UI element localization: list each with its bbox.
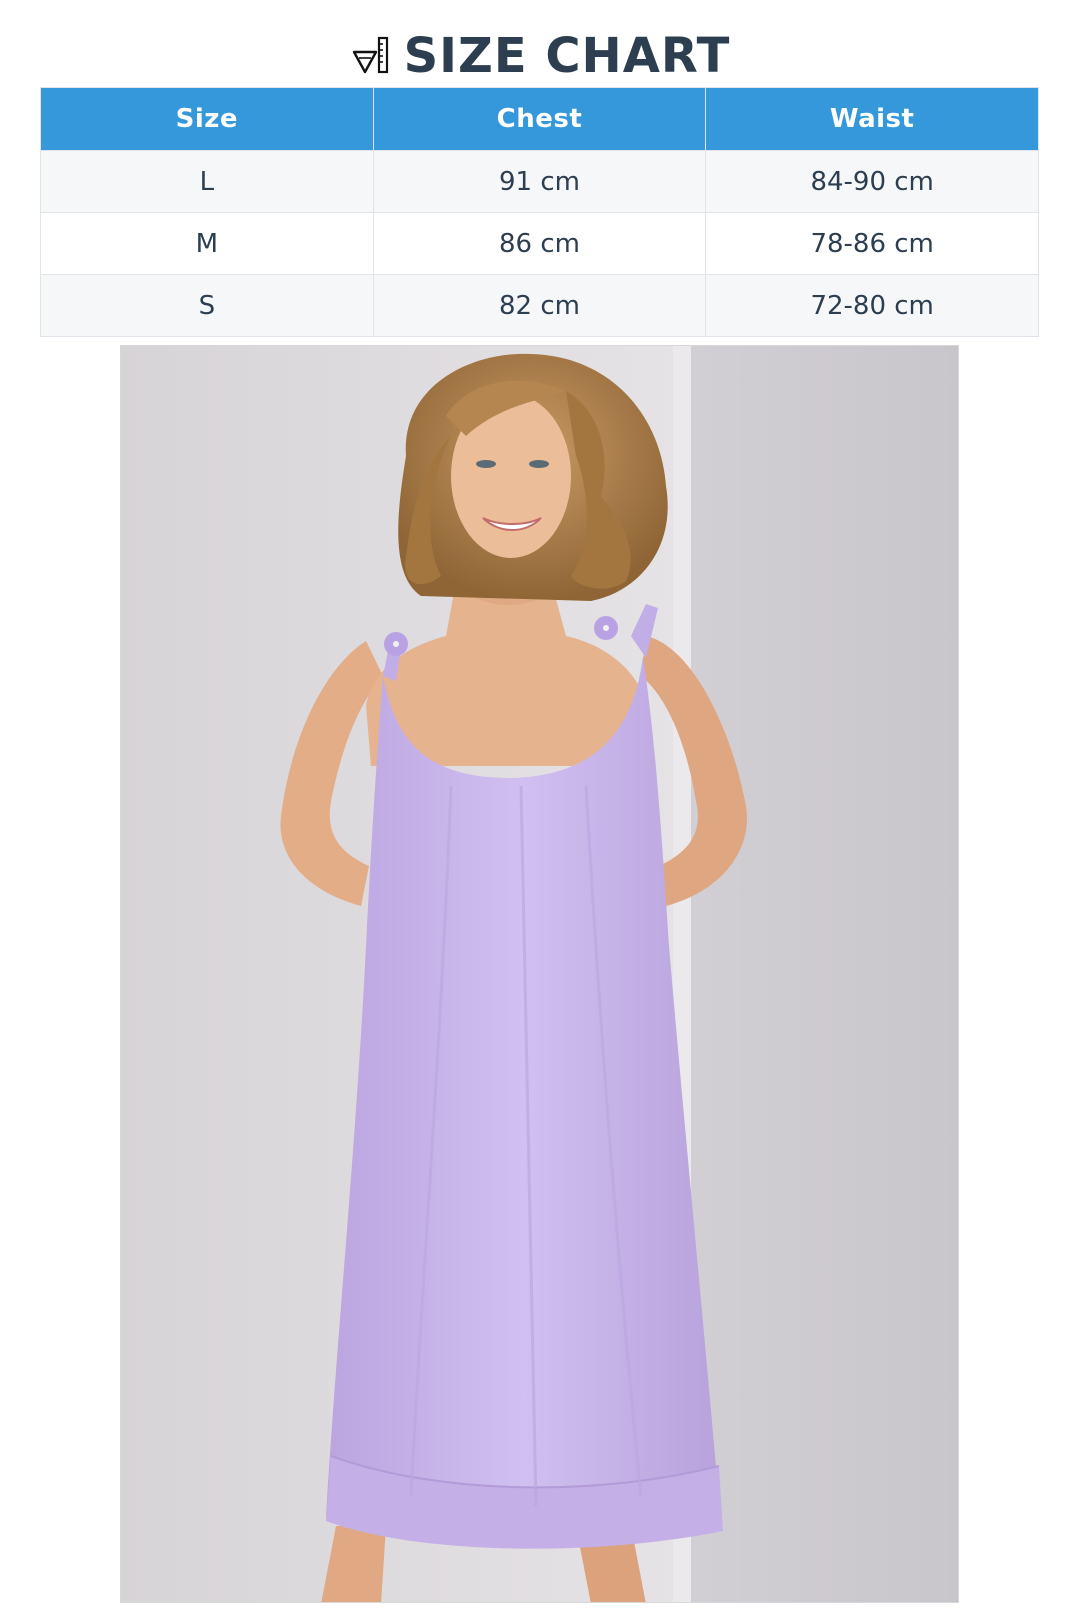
product-photo (120, 345, 959, 1603)
cell-size: S (40, 274, 374, 337)
cell-chest: 91 cm (372, 150, 707, 213)
column-header-waist: Waist (705, 87, 1039, 151)
column-header-chest: Chest (372, 87, 707, 151)
cell-waist: 72-80 cm (705, 274, 1039, 337)
cell-waist: 84-90 cm (705, 150, 1039, 213)
cell-size: M (40, 212, 374, 275)
ruler-triangle-icon (350, 34, 390, 78)
cell-chest: 82 cm (372, 274, 707, 337)
model-illustration (121, 346, 958, 1602)
table-row: M 86 cm 78-86 cm (40, 212, 1039, 275)
table-header-row: Size Chest Waist (40, 87, 1039, 151)
cell-chest: 86 cm (372, 212, 707, 275)
cell-size: L (40, 150, 374, 213)
column-header-size: Size (40, 87, 374, 151)
page-title: SIZE CHART (403, 28, 731, 84)
title-row: SIZE CHART (0, 22, 1080, 90)
table-row: L 91 cm 84-90 cm (40, 150, 1039, 213)
table-row: S 82 cm 72-80 cm (40, 274, 1039, 337)
size-chart-table: Size Chest Waist L 91 cm 84-90 cm M 86 c… (40, 87, 1039, 337)
cell-waist: 78-86 cm (705, 212, 1039, 275)
